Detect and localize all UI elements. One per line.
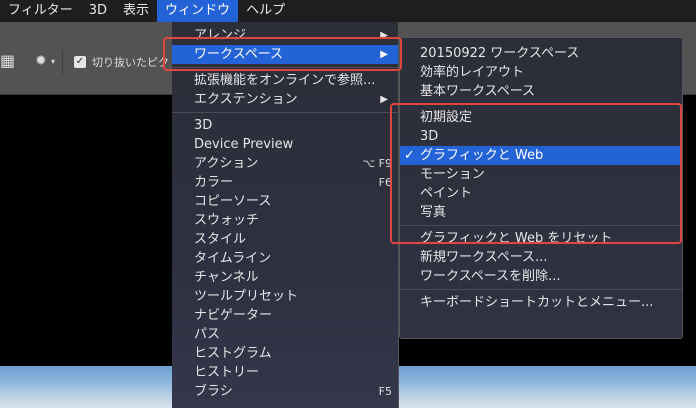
submenu-item-label: ワークスペースを削除... bbox=[420, 269, 561, 284]
window-menu-item[interactable]: スタイル bbox=[172, 230, 398, 249]
shortcut-label: F5 bbox=[378, 385, 392, 398]
window-menu-item[interactable]: タイムライン bbox=[172, 249, 398, 268]
menu-item-label: ヒストリー bbox=[194, 365, 260, 380]
chevron-down-icon[interactable]: ▾ bbox=[51, 57, 55, 66]
menu-bar: フィルター 3D 表示 ウィンドウ ヘルプ bbox=[0, 0, 696, 22]
menu-item-label: ヒストグラム bbox=[194, 346, 272, 361]
window-menu-item[interactable]: ヒストリー bbox=[172, 363, 398, 382]
menu-item-label: 拡張機能をオンラインで参照... bbox=[194, 73, 376, 88]
workspace-menu-highlight-box bbox=[163, 37, 402, 71]
window-menu-item[interactable]: エクステンション ▶ bbox=[172, 90, 398, 109]
window-menu-item[interactable]: ブラシ F5 bbox=[172, 382, 398, 401]
menu-item-label: カラー bbox=[194, 175, 234, 190]
menu-item-label: 3D bbox=[194, 118, 213, 133]
window-menu-item[interactable]: チャンネル bbox=[172, 268, 398, 287]
workspace-presets-highlight-box bbox=[390, 103, 682, 244]
submenu-item-label: キーボードショートカットとメニュー... bbox=[420, 295, 654, 310]
window-menu-item[interactable]: ヒストグラム bbox=[172, 344, 398, 363]
submenu-item-label: 基本ワークスペース bbox=[420, 84, 536, 99]
menu-view[interactable]: 表示 bbox=[115, 0, 157, 22]
window-menu-item[interactable]: 3D bbox=[172, 116, 398, 135]
workspace-submenu-item[interactable]: 新規ワークスペース... bbox=[400, 248, 682, 267]
menu-3d[interactable]: 3D bbox=[81, 0, 115, 22]
submenu-item-label: 新規ワークスペース... bbox=[420, 250, 548, 265]
window-menu-item[interactable]: アクション ⌥ F9 bbox=[172, 154, 398, 173]
workspace-submenu-item[interactable]: 効率的レイアウト bbox=[400, 63, 682, 82]
window-menu-item[interactable]: Device Preview bbox=[172, 135, 398, 154]
workspace-submenu-item[interactable]: ワークスペースを削除... bbox=[400, 267, 682, 286]
menu-item-label: ナビゲーター bbox=[194, 308, 273, 323]
toolbar-divider bbox=[62, 50, 63, 74]
submenu-item-label: 効率的レイアウト bbox=[420, 65, 525, 80]
menu-filter[interactable]: フィルター bbox=[0, 0, 81, 22]
workspace-submenu-item[interactable]: キーボードショートカットとメニュー... bbox=[400, 293, 682, 312]
menu-separator bbox=[172, 112, 398, 113]
menu-item-label: ブラシ bbox=[194, 384, 233, 399]
window-menu-item[interactable]: パス bbox=[172, 325, 398, 344]
window-menu-item[interactable]: ツールプリセット bbox=[172, 287, 398, 306]
menu-item-label: タイムライン bbox=[194, 251, 272, 266]
workspace-submenu-item[interactable]: 基本ワークスペース bbox=[400, 82, 682, 101]
menu-item-label: パス bbox=[194, 327, 221, 342]
menu-item-label: コピーソース bbox=[194, 194, 272, 209]
menu-item-label: ツールプリセット bbox=[194, 289, 299, 304]
grid-icon[interactable]: ▦ bbox=[0, 51, 15, 70]
menu-item-label: アクション bbox=[194, 156, 259, 171]
menu-help[interactable]: ヘルプ bbox=[238, 0, 293, 22]
gear-icon[interactable]: ✹ bbox=[35, 53, 47, 69]
triangle-right-icon: ▶ bbox=[380, 94, 388, 105]
window-menu: アレンジ ▶ ワークスペース ▶ 拡張機能をオンラインで参照... エクステンション ▶ 3D… bbox=[172, 22, 399, 408]
menu-item-label: エクステンション bbox=[194, 92, 298, 107]
window-menu-item[interactable]: 拡張機能をオンラインで参照... bbox=[172, 71, 398, 90]
menu-window[interactable]: ウィンドウ bbox=[157, 0, 239, 22]
delete-cropped-pixels-checkbox[interactable]: ✓ bbox=[74, 56, 86, 68]
submenu-item-label: 20150922 ワークスペース bbox=[420, 46, 580, 61]
window-menu-item[interactable]: コピーソース bbox=[172, 192, 398, 211]
delete-cropped-pixels-label: 切り抜いたピク bbox=[92, 56, 169, 69]
menu-item-label: スタイル bbox=[194, 232, 247, 247]
menu-item-label: Device Preview bbox=[194, 137, 294, 152]
workspace-submenu-item[interactable]: 20150922 ワークスペース bbox=[400, 44, 682, 63]
window-menu-item[interactable]: ナビゲーター bbox=[172, 306, 398, 325]
menu-item-label: チャンネル bbox=[194, 270, 259, 285]
window-menu-item[interactable]: スウォッチ bbox=[172, 211, 398, 230]
submenu-separator bbox=[400, 289, 682, 290]
menu-item-label: スウォッチ bbox=[194, 213, 260, 228]
shortcut-label: ⌥ F9 bbox=[362, 157, 393, 170]
window-menu-item[interactable]: カラー F6 bbox=[172, 173, 398, 192]
